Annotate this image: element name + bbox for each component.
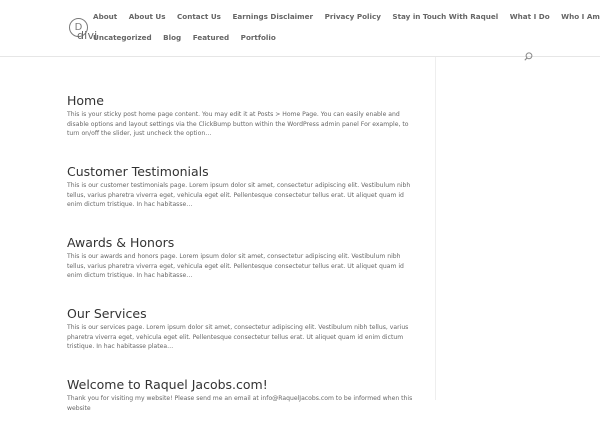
nav-link-stay-in-touch[interactable]: Stay in Touch With Raquel <box>392 12 498 22</box>
nav-link-blog[interactable]: Blog <box>163 33 181 43</box>
nav-link-privacy-policy[interactable]: Privacy Policy <box>325 12 381 22</box>
post-welcome: Welcome to Raquel Jacobs.com! Thank you … <box>67 377 417 448</box>
nav-link-about[interactable]: About <box>93 12 117 22</box>
nav-link-contact-us[interactable]: Contact Us <box>177 12 221 22</box>
post-home: Home This is your sticky post home page … <box>67 93 417 164</box>
search-icon[interactable] <box>524 52 533 61</box>
post-title-our-services[interactable]: Our Services <box>67 306 417 321</box>
sidebar-divider <box>435 57 436 400</box>
nav-link-portfolio[interactable]: Portfolio <box>241 33 276 43</box>
site-header: D divi About About Us Contact Us Earning… <box>0 0 600 61</box>
post-excerpt: This is our services page. Lorem ipsum d… <box>67 324 409 351</box>
secondary-nav: Uncategorized Blog Featured Portfolio <box>93 33 287 43</box>
post-title-customer-testimonials[interactable]: Customer Testimonials <box>67 164 417 179</box>
post-excerpt: This is our customer testimonials page. … <box>67 182 411 209</box>
post-customer-testimonials: Customer Testimonials This is our custom… <box>67 164 417 235</box>
post-awards-honors: Awards & Honors This is our awards and h… <box>67 235 417 306</box>
post-title-welcome[interactable]: Welcome to Raquel Jacobs.com! <box>67 377 417 392</box>
nav-link-what-i-do[interactable]: What I Do <box>510 12 550 22</box>
post-excerpt: This is your sticky post home page conte… <box>67 111 409 138</box>
post-title-home[interactable]: Home <box>67 93 417 108</box>
post-excerpt: Thank you for visiting my website! Pleas… <box>67 395 413 412</box>
post-our-services: Our Services This is our services page. … <box>67 306 417 377</box>
nav-link-who-i-am[interactable]: Who I Am <box>561 12 600 22</box>
nav-link-earnings-disclaimer[interactable]: Earnings Disclaimer <box>232 12 313 22</box>
nav-link-featured[interactable]: Featured <box>193 33 229 43</box>
post-title-awards-honors[interactable]: Awards & Honors <box>67 235 417 250</box>
nav-link-uncategorized[interactable]: Uncategorized <box>93 33 152 43</box>
primary-nav: About About Us Contact Us Earnings Discl… <box>93 12 600 22</box>
post-excerpt: This is our awards and honors page. Lore… <box>67 253 404 280</box>
nav-link-about-us[interactable]: About Us <box>129 12 166 22</box>
post-list: Home This is your sticky post home page … <box>67 93 417 448</box>
